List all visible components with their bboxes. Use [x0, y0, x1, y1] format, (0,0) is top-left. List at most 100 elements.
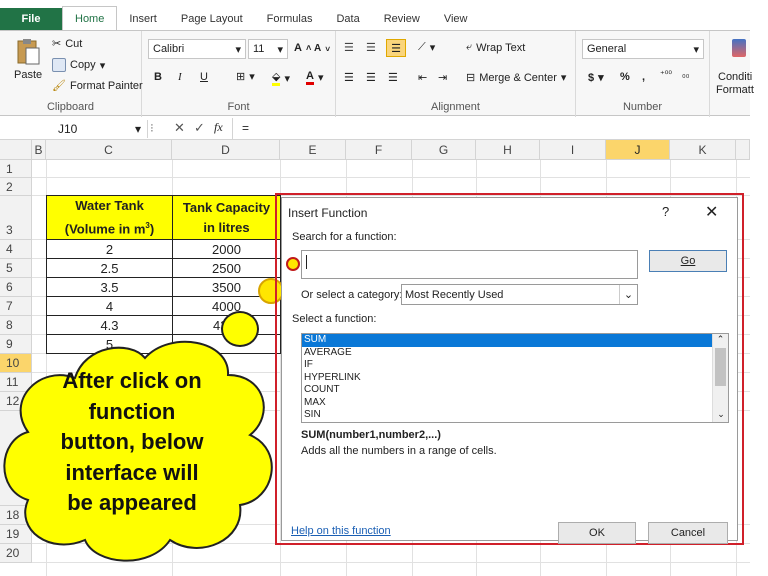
styles-group: Conditi Formatt [710, 31, 754, 117]
list-item[interactable]: AVERAGE [302, 347, 728, 360]
tab-page-layout[interactable]: Page Layout [169, 8, 255, 30]
list-item[interactable]: IF [302, 359, 728, 372]
table-cell-volume[interactable]: 2.5 [46, 258, 173, 278]
column-header-h[interactable]: H [476, 140, 540, 160]
increase-indent-icon[interactable]: ⇥ [438, 71, 447, 84]
comma-button[interactable]: , [642, 71, 645, 83]
column-header-c[interactable]: C [46, 140, 172, 160]
enter-icon[interactable]: ✓ [194, 120, 205, 136]
decrease-decimal-icon[interactable]: ₀₀ [682, 69, 689, 79]
percent-button[interactable]: % [620, 71, 630, 83]
cancel-button[interactable]: Cancel [648, 522, 728, 544]
align-center-icon[interactable]: ☰ [366, 71, 376, 84]
font-size-select[interactable]: 11 ▾ [248, 39, 288, 59]
underline-button[interactable]: U [200, 71, 208, 83]
scroll-thumb[interactable] [715, 348, 726, 386]
font-name-select[interactable]: Calibri ▾ [148, 39, 246, 59]
table-cell-capacity[interactable]: 2500 [172, 258, 281, 278]
shrink-font-button[interactable]: A ˅ [314, 43, 330, 54]
list-item[interactable]: SIN [302, 409, 728, 422]
column-header-k[interactable]: K [670, 140, 736, 160]
scroll-down-icon[interactable]: ⌄ [713, 409, 728, 420]
help-icon[interactable]: ? [662, 204, 669, 219]
tab-data[interactable]: Data [324, 8, 371, 30]
row-header-3[interactable]: 3 [0, 196, 32, 240]
go-button[interactable]: Go [649, 250, 727, 272]
list-item[interactable]: HYPERLINK [302, 372, 728, 385]
category-select[interactable]: Most Recently Used ⌄ [401, 284, 638, 305]
align-top-icon[interactable]: ☰ [344, 41, 354, 54]
table-cell-volume[interactable]: 4 [46, 296, 173, 316]
copy-button[interactable]: Copy ▾ [52, 58, 105, 72]
merge-center-button[interactable]: ⊟ Merge & Center ▾ [466, 71, 567, 85]
function-list[interactable]: SUM AVERAGE IF HYPERLINK COUNT MAX SIN ⌃… [301, 333, 729, 423]
formula-input[interactable]: = [242, 121, 249, 135]
borders-button[interactable]: ⊞ ▾ [236, 70, 255, 83]
tab-home[interactable]: Home [62, 6, 118, 30]
conditional-format-label[interactable]: Conditi [718, 71, 752, 83]
column-header-d[interactable]: D [172, 140, 280, 160]
grow-font-button[interactable]: A ˄ [294, 42, 311, 54]
row-header-5[interactable]: 5 [0, 259, 32, 278]
list-item[interactable]: SUM [302, 334, 728, 347]
cancel-icon[interactable]: ✕ [174, 120, 185, 136]
alignment-group-label: Alignment [431, 101, 480, 113]
wrap-text-button[interactable]: ⤶ Wrap Text [466, 41, 525, 54]
tab-formulas[interactable]: Formulas [255, 8, 325, 30]
column-header-l[interactable] [736, 140, 750, 160]
list-item[interactable]: MAX [302, 397, 728, 410]
insert-function-button[interactable]: fx [214, 120, 223, 135]
row-header-4[interactable]: 4 [0, 240, 32, 259]
column-header-g[interactable]: G [412, 140, 476, 160]
paste-button[interactable]: Paste [14, 37, 42, 81]
increase-decimal-icon[interactable]: ⁺⁰⁰ [660, 69, 672, 80]
table-header-capacity[interactable]: Tank Capacity in litres [172, 195, 281, 240]
table-cell-volume[interactable]: 2 [46, 239, 173, 259]
cut-button[interactable]: ✂ Cut [52, 37, 83, 51]
table-header-volume[interactable]: Water Tank (Volume in m3) [46, 195, 173, 240]
row-header-1[interactable]: 1 [0, 160, 32, 178]
column-header-b[interactable]: B [32, 140, 46, 160]
italic-button[interactable]: I [178, 71, 182, 83]
cut-label: Cut [65, 37, 83, 50]
help-link[interactable]: Help on this function [291, 525, 391, 537]
fill-color-button[interactable]: ⬙ ▾ [272, 70, 290, 86]
number-format-select[interactable]: General ▾ [582, 39, 704, 59]
wrap-text-label: Wrap Text [476, 41, 526, 54]
column-header-e[interactable]: E [280, 140, 346, 160]
text-cursor [306, 255, 307, 269]
ok-button[interactable]: OK [558, 522, 636, 544]
align-right-icon[interactable]: ☰ [388, 71, 398, 84]
table-cell-capacity[interactable]: 2000 [172, 239, 281, 259]
align-left-icon[interactable]: ☰ [344, 71, 354, 84]
tab-insert[interactable]: Insert [117, 8, 169, 30]
decrease-indent-icon[interactable]: ⇤ [418, 71, 427, 84]
format-painter-button[interactable]: 🖌 Format Painter [52, 79, 143, 93]
column-header-f[interactable]: F [346, 140, 412, 160]
scroll-up-icon[interactable]: ⌃ [713, 334, 728, 346]
column-header-j[interactable]: J [606, 140, 670, 160]
row-header-2[interactable]: 2 [0, 178, 32, 196]
currency-button[interactable]: $ ▾ [588, 71, 604, 85]
search-input[interactable] [301, 250, 638, 279]
tab-view[interactable]: View [432, 8, 480, 30]
select-all-corner[interactable] [0, 140, 32, 160]
font-color-button[interactable]: A ▾ [306, 70, 323, 85]
list-item[interactable]: COUNT [302, 384, 728, 397]
column-header-i[interactable]: I [540, 140, 606, 160]
row-header-6[interactable]: 6 [0, 278, 32, 297]
list-scrollbar[interactable]: ⌃ ⌄ [712, 334, 728, 422]
bold-button[interactable]: B [154, 71, 162, 83]
orientation-button[interactable]: ⟋ ▾ [418, 41, 435, 54]
table-cell-volume[interactable]: 3.5 [46, 277, 173, 297]
tab-review[interactable]: Review [372, 8, 432, 30]
align-middle-icon[interactable]: ☰ [366, 41, 376, 54]
more-options-icon[interactable]: ⁝ [150, 121, 154, 135]
chevron-down-icon: ▾ [560, 72, 567, 84]
format-as-table-label[interactable]: Formatt [716, 84, 754, 96]
tab-file[interactable]: File [0, 8, 62, 30]
align-bottom-icon[interactable]: ☰ [386, 39, 406, 57]
close-icon[interactable]: ✕ [705, 202, 718, 222]
name-box[interactable]: J10 ▾ [0, 120, 148, 138]
row-header-7[interactable]: 7 [0, 297, 32, 316]
